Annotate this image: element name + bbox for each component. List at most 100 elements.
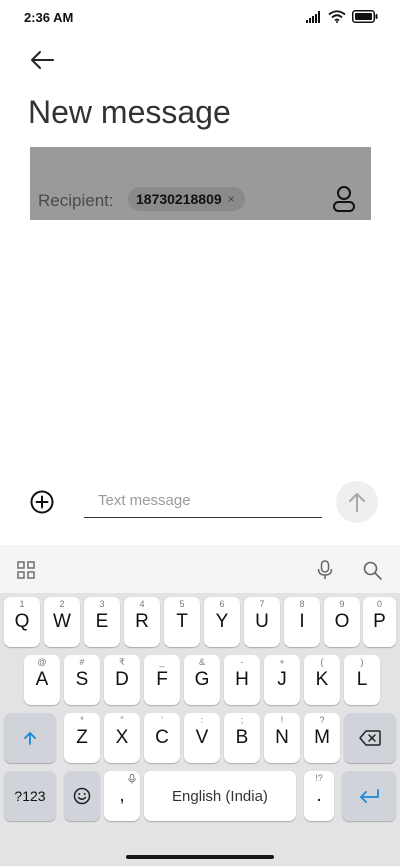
contact-picker-button[interactable] (331, 185, 357, 213)
period-key-label: . (316, 785, 322, 806)
key-e[interactable]: 3 E (84, 597, 120, 647)
key-hint: ' (161, 715, 163, 725)
key-hint: 8 (299, 599, 305, 609)
key-label: E (95, 611, 109, 632)
home-indicator[interactable] (126, 855, 274, 859)
key-y[interactable]: 6 Y (204, 597, 240, 647)
keyboard-voice-button[interactable] (314, 559, 336, 581)
recipient-bar[interactable]: Recipient: 18730218809 × (30, 147, 371, 220)
symbols-key[interactable]: ?123 (4, 771, 56, 821)
key-hint: 6 (219, 599, 225, 609)
key-w[interactable]: 2 W (44, 597, 80, 647)
keyboard-search-button[interactable] (361, 559, 383, 581)
key-label: Q (14, 611, 30, 632)
key-x[interactable]: " X (104, 713, 140, 763)
shift-key[interactable] (4, 713, 56, 763)
key-k[interactable]: ( K (304, 655, 340, 705)
key-label: P (373, 611, 386, 632)
backspace-icon (359, 730, 381, 746)
key-hint: 2 (59, 599, 65, 609)
key-m[interactable]: ? M (304, 713, 340, 763)
keyboard-toolbar (0, 545, 400, 593)
key-label: B (235, 727, 249, 748)
key-label: G (194, 669, 210, 690)
key-a[interactable]: @ A (24, 655, 60, 705)
compose-bar (0, 478, 400, 528)
key-label: N (275, 727, 289, 748)
smiley-icon (73, 787, 91, 805)
back-button[interactable] (26, 46, 58, 74)
keyboard: 1 Q 2 W 3 E 4 R 5 T 6 Y 7 U 8 I 9 O 0 P … (0, 545, 400, 866)
key-label: V (195, 727, 209, 748)
key-s[interactable]: # S (64, 655, 100, 705)
space-key[interactable]: English (India) (144, 771, 296, 821)
key-q[interactable]: 1 Q (4, 597, 40, 647)
key-c[interactable]: ' C (144, 713, 180, 763)
key-label: R (135, 611, 149, 632)
message-input[interactable] (84, 484, 322, 518)
key-i[interactable]: 8 I (284, 597, 320, 647)
key-n[interactable]: ! N (264, 713, 300, 763)
period-key[interactable]: !? . (304, 771, 334, 821)
person-icon (333, 186, 355, 212)
status-time: 2:36 AM (24, 10, 74, 25)
key-t[interactable]: 5 T (164, 597, 200, 647)
key-hint: - (240, 657, 244, 667)
enter-key[interactable] (342, 771, 396, 821)
key-label: L (356, 669, 368, 690)
emoji-key[interactable] (64, 771, 100, 821)
key-h[interactable]: - H (224, 655, 260, 705)
key-hint: 4 (139, 599, 145, 609)
key-b[interactable]: ; B (224, 713, 260, 763)
comma-key[interactable]: , (104, 771, 140, 821)
key-label: K (315, 669, 329, 690)
key-hint: + (279, 657, 285, 667)
key-r[interactable]: 4 R (124, 597, 160, 647)
key-hint: 9 (339, 599, 345, 609)
key-hint: 7 (259, 599, 265, 609)
status-icons (306, 10, 378, 23)
recipient-chip-number: 18730218809 (136, 191, 222, 207)
grid-icon (17, 561, 35, 579)
key-label: U (255, 611, 269, 632)
key-v[interactable]: : V (184, 713, 220, 763)
enter-icon (360, 789, 379, 803)
key-z[interactable]: * Z (64, 713, 100, 763)
key-hint: ₹ (119, 657, 125, 667)
key-label: C (155, 727, 169, 748)
arrow-left-icon (31, 51, 54, 69)
key-p[interactable]: 0 P (363, 597, 396, 647)
key-hint: ( (320, 657, 324, 667)
key-l[interactable]: ) L (344, 655, 380, 705)
keyboard-menu-button[interactable] (15, 559, 37, 581)
key-hint: @ (37, 657, 47, 667)
symbols-key-label: ?123 (14, 788, 46, 804)
backspace-key[interactable] (344, 713, 396, 763)
key-d[interactable]: ₹ D (104, 655, 140, 705)
key-label: Z (76, 727, 88, 748)
add-attachment-button[interactable] (30, 490, 54, 514)
space-key-label: English (India) (172, 787, 268, 805)
key-f[interactable]: _ F (144, 655, 180, 705)
shift-arrow-icon (24, 732, 36, 745)
key-hint: !? (315, 773, 323, 783)
key-hint: 3 (99, 599, 105, 609)
key-u[interactable]: 7 U (244, 597, 280, 647)
key-g[interactable]: & G (184, 655, 220, 705)
key-hint: " (120, 715, 124, 725)
key-label: T (176, 611, 188, 632)
key-j[interactable]: + J (264, 655, 300, 705)
battery-icon (352, 10, 378, 23)
key-o[interactable]: 9 O (324, 597, 360, 647)
key-label: W (53, 611, 71, 632)
chip-remove-button[interactable]: × (228, 192, 235, 206)
key-label: Y (215, 611, 229, 632)
key-label: J (277, 669, 287, 690)
key-hint: _ (159, 657, 165, 667)
key-hint: : (200, 715, 204, 725)
key-label: S (75, 669, 89, 690)
key-hint: & (198, 657, 205, 667)
recipient-chip[interactable]: 18730218809 × (128, 187, 245, 211)
key-hint: # (79, 657, 85, 667)
send-button[interactable] (336, 481, 378, 523)
